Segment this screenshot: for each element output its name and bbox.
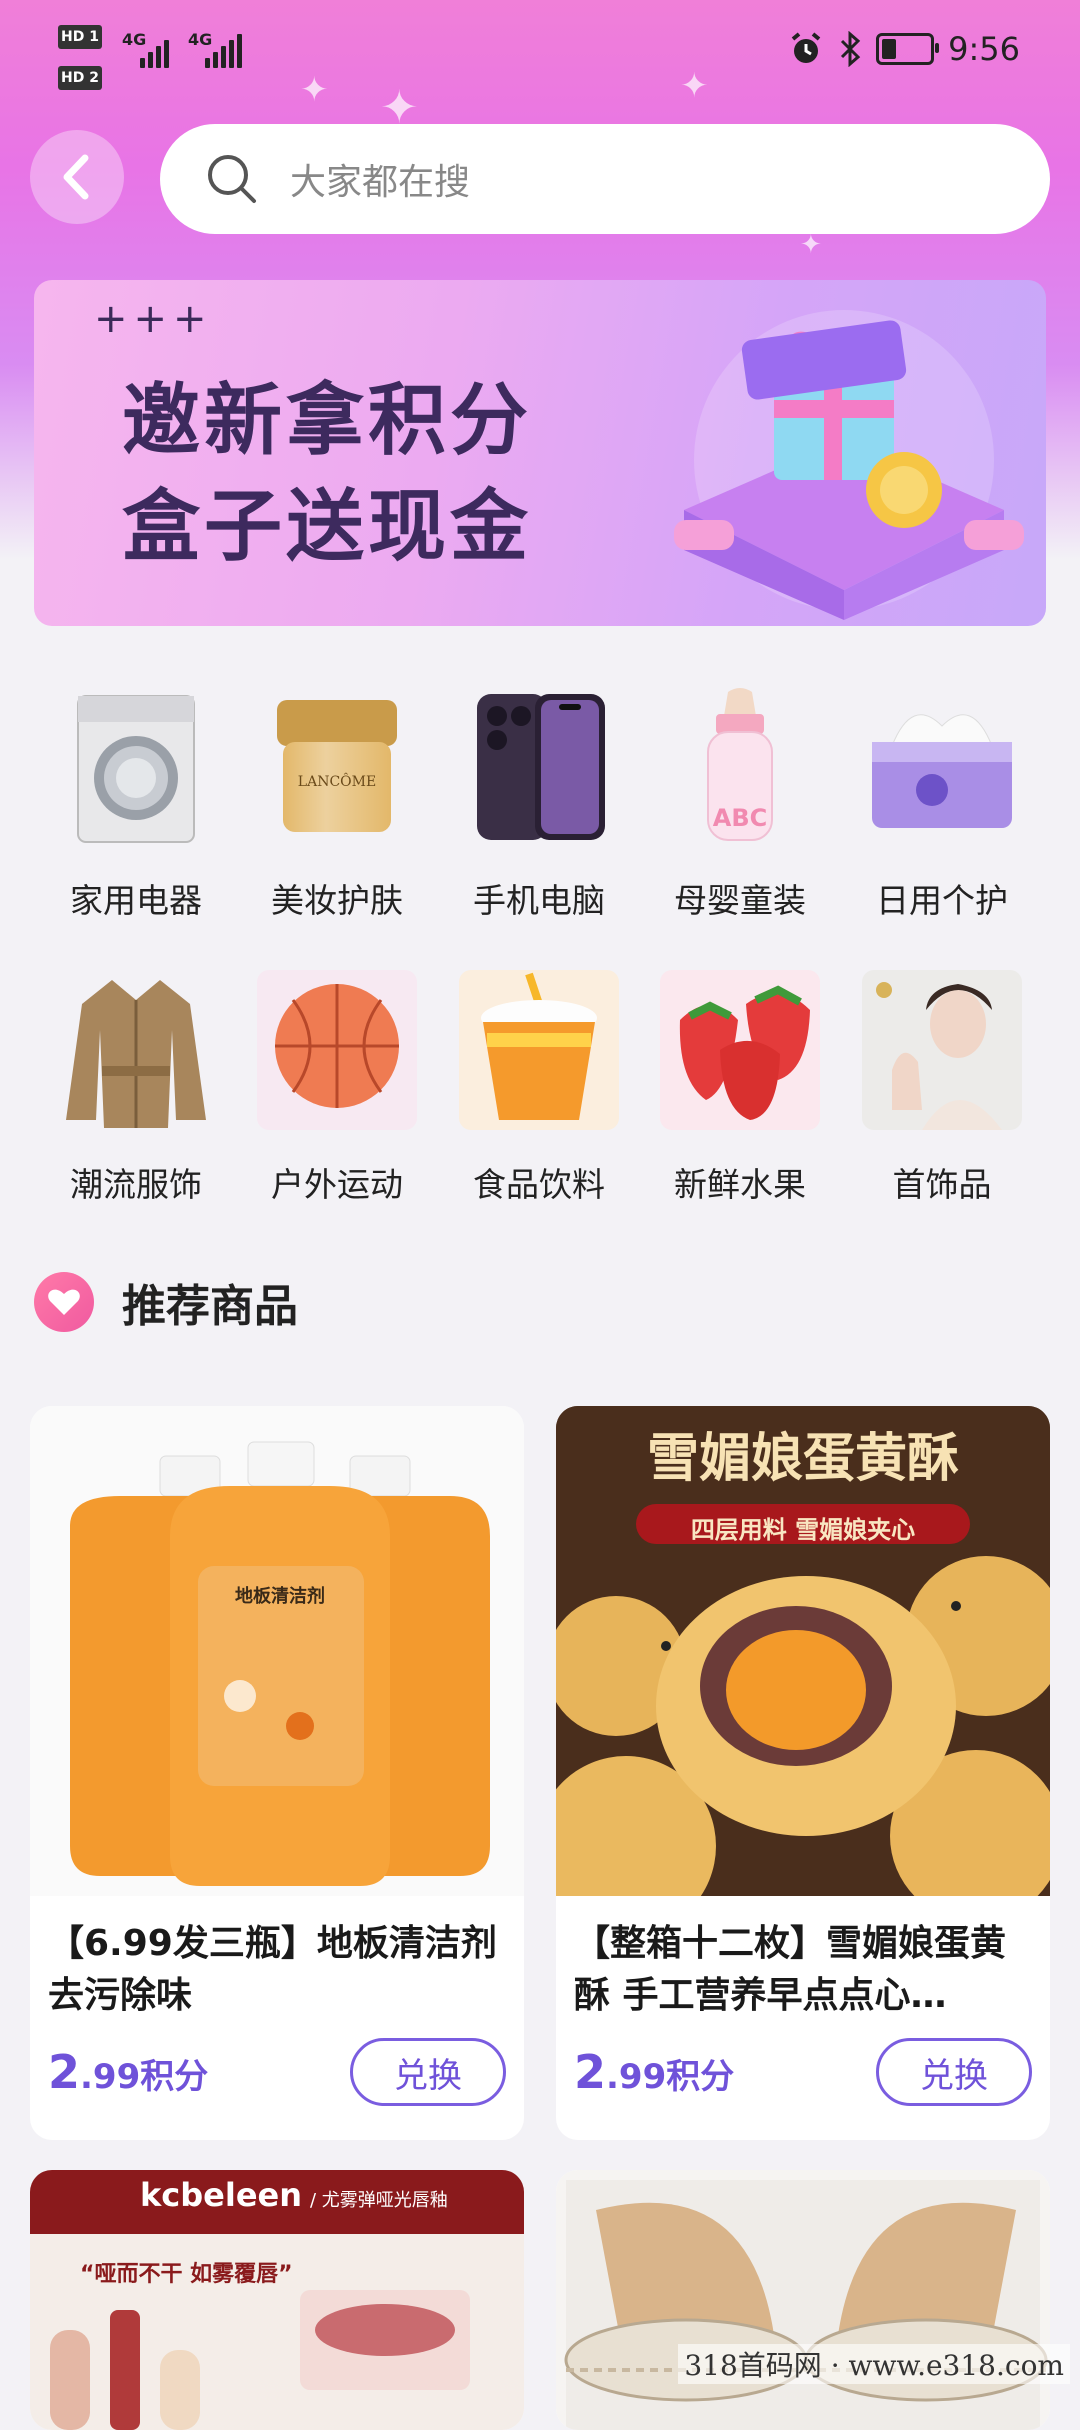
hd2-badge: HD 2 bbox=[58, 66, 102, 90]
image-heading: 雪媚娘蛋黄酥 bbox=[646, 1428, 959, 1489]
search-bar[interactable]: 大家都在搜 bbox=[160, 124, 1050, 234]
bottle-graphic bbox=[70, 1441, 490, 1886]
hd1-badge: HD 1 bbox=[58, 25, 102, 49]
chevron-left-icon bbox=[63, 154, 89, 200]
product-card[interactable] bbox=[556, 2170, 1050, 2430]
category-label: 家用电器 bbox=[70, 881, 202, 920]
category-label: 母婴童装 bbox=[674, 881, 806, 920]
category-label: 首饰品 bbox=[892, 1165, 992, 1204]
product-image: 地板清洁剂 bbox=[30, 1406, 524, 1896]
jewelry-model-icon bbox=[862, 970, 1022, 1130]
svg-text:LANCÔME: LANCÔME bbox=[298, 772, 376, 790]
category-home-appliances[interactable]: 家用电器 bbox=[36, 686, 236, 922]
heart-icon bbox=[34, 1272, 94, 1332]
signal-icon bbox=[140, 28, 169, 68]
category-mother-baby[interactable]: ABC 母婴童装 bbox=[640, 686, 840, 922]
category-label: 美妆护肤 bbox=[271, 881, 403, 920]
drink-cup-icon bbox=[459, 970, 619, 1130]
redeem-button[interactable]: 兑换 bbox=[876, 2038, 1032, 2106]
product-card[interactable]: kcbeleen / 尤雾弹哑光唇釉 “哑而不干 如雾覆唇” bbox=[30, 2170, 524, 2430]
phone-icon bbox=[459, 686, 619, 846]
banner-line-1: 邀新拿积分 bbox=[122, 376, 533, 466]
sparkle-icon: ✦ bbox=[800, 230, 822, 260]
baby-bottle-icon: ABC bbox=[660, 686, 820, 846]
product-image: 雪媚娘蛋黄酥 四层用料 雪媚娘夹心 bbox=[556, 1406, 1050, 1896]
brand-subtitle: / 尤雾弹哑光唇釉 bbox=[310, 2190, 448, 2211]
category-food-drinks[interactable]: 食品饮料 bbox=[439, 970, 639, 1206]
product-title: 【6.99发三瓶】地板清洁剂去污除味 bbox=[48, 1923, 497, 2016]
alarm-icon bbox=[791, 32, 821, 63]
cream-jar-icon: LANCÔME bbox=[257, 686, 417, 846]
image-subheading: 四层用料 雪媚娘夹心 bbox=[690, 1516, 916, 1544]
category-phones-computers[interactable]: 手机电脑 bbox=[439, 686, 639, 922]
brand-name: kcbeleen bbox=[140, 2176, 303, 2214]
search-placeholder: 大家都在搜 bbox=[290, 162, 471, 203]
category-label: 潮流服饰 bbox=[70, 1165, 202, 1204]
strawberry-icon bbox=[660, 970, 820, 1130]
banner-line-2: 盒子送现金 bbox=[122, 482, 533, 572]
section-title: 推荐商品 bbox=[122, 1281, 298, 1332]
category-label: 新鲜水果 bbox=[674, 1165, 806, 1204]
product-price: 2.99积分 bbox=[48, 2045, 209, 2099]
status-bar: HD 1 HD 2 4G 4G 9:56 bbox=[0, 0, 1080, 110]
product-card[interactable]: 雪媚娘蛋黄酥 四层用料 雪媚娘夹心 【整箱十二枚】雪媚娘蛋黄酥 手工营养早点点心… bbox=[556, 1406, 1050, 2140]
back-button[interactable] bbox=[30, 130, 124, 224]
clock: 9:56 bbox=[948, 30, 1020, 68]
svg-text:ABC: ABC bbox=[713, 804, 767, 832]
bluetooth-icon bbox=[841, 31, 861, 67]
washing-machine-icon bbox=[56, 686, 216, 846]
product-price: 2.99积分 bbox=[574, 2045, 735, 2099]
category-fashion[interactable]: 潮流服饰 bbox=[36, 970, 236, 1206]
category-outdoor-sports[interactable]: 户外运动 bbox=[237, 970, 437, 1206]
battery-icon bbox=[876, 33, 940, 65]
coat-icon bbox=[56, 970, 216, 1130]
basketball-icon bbox=[257, 970, 417, 1130]
gift-box-icon bbox=[674, 310, 1024, 620]
category-daily-care[interactable]: 日用个护 bbox=[842, 686, 1042, 922]
watermark: 318首码网 · www.e318.com bbox=[678, 2344, 1070, 2384]
lipstick-graphic bbox=[50, 2290, 470, 2430]
category-label: 手机电脑 bbox=[473, 881, 605, 920]
product-title: 【整箱十二枚】雪媚娘蛋黄酥 手工营养早点点心… bbox=[574, 1923, 1007, 2016]
redeem-button[interactable]: 兑换 bbox=[350, 2038, 506, 2106]
signal-icon-2 bbox=[205, 28, 242, 68]
category-jewelry[interactable]: 首饰品 bbox=[842, 970, 1042, 1206]
bottle-label: 地板清洁剂 bbox=[235, 1585, 325, 1607]
section-header: 推荐商品 bbox=[34, 1270, 298, 1334]
product-slogan: “哑而不干 如雾覆唇” bbox=[80, 2262, 293, 2287]
tissue-box-icon bbox=[862, 686, 1022, 846]
product-image bbox=[556, 2170, 1050, 2430]
category-fresh-fruit[interactable]: 新鲜水果 bbox=[640, 970, 840, 1206]
product-card[interactable]: 地板清洁剂 【6.99发三瓶】地板清洁剂去污除味 2.99积分 兑换 bbox=[30, 1406, 524, 2140]
category-beauty[interactable]: LANCÔME 美妆护肤 bbox=[237, 686, 437, 922]
category-label: 户外运动 bbox=[271, 1165, 403, 1204]
banner-plus: +++ bbox=[94, 296, 213, 342]
promo-banner[interactable]: +++ 邀新拿积分 盒子送现金 bbox=[34, 280, 1046, 626]
product-image: kcbeleen / 尤雾弹哑光唇釉 “哑而不干 如雾覆唇” bbox=[30, 2170, 524, 2430]
category-label: 食品饮料 bbox=[473, 1165, 605, 1204]
search-icon bbox=[208, 155, 256, 203]
category-label: 日用个护 bbox=[876, 881, 1008, 920]
